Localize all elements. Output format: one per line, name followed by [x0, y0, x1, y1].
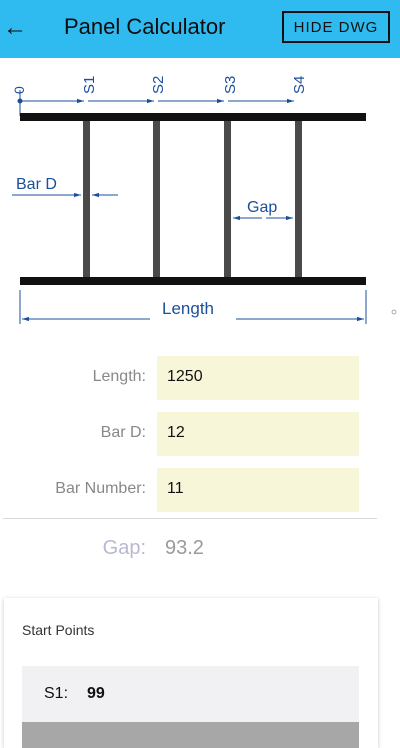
gap-result-label: Gap: [102, 537, 146, 559]
gap-result-value: 93.2 [165, 537, 204, 559]
hide-drawing-button[interactable]: HIDE DWG [282, 11, 390, 43]
bar-number-label: Bar Number: [55, 480, 146, 497]
bar-d-input[interactable]: 12 [157, 412, 359, 456]
bar-number-row: Bar Number: 11 [0, 468, 400, 512]
bar-number-input[interactable]: 11 [157, 468, 359, 512]
length-row: Length: 1250 [0, 356, 400, 400]
divider [3, 518, 377, 519]
bottom-rail [20, 277, 366, 285]
marker-label-0: 0 [11, 86, 27, 94]
app-bar: ← Panel Calculator HIDE DWG [0, 0, 400, 58]
start-point-value: 99 [87, 685, 105, 702]
bar-s2 [153, 121, 160, 277]
top-rail [20, 113, 366, 121]
bar-d-label: Bar D [16, 176, 57, 193]
start-point-key: S1: [44, 685, 69, 702]
bar-s1 [83, 121, 90, 277]
list-item[interactable]: S1: 99 [22, 666, 359, 722]
gap-dimension-label: Gap [247, 199, 277, 216]
bar-d-row: Bar D: 12 [0, 412, 400, 456]
panel-drawing: 0 S1 S2 S3 S4 Bar D Gap Length [11, 76, 397, 324]
page-title: Panel Calculator [64, 14, 226, 39]
small-dot-icon [391, 309, 397, 315]
bar-d-field-label: Bar D: [100, 424, 146, 441]
marker-label-s1: S1 [81, 76, 98, 94]
marker-label-s2: S2 [150, 76, 167, 94]
length-dimension-label: Length [162, 299, 214, 318]
start-points-title: Start Points [22, 622, 95, 638]
start-points-card: Start Points S1: 99 [4, 598, 378, 748]
list-item-next[interactable] [22, 722, 359, 748]
length-input[interactable]: 1250 [157, 356, 359, 400]
marker-label-s3: S3 [222, 76, 239, 94]
length-label: Length: [92, 368, 146, 385]
marker-label-s4: S4 [291, 76, 308, 94]
back-arrow-icon[interactable]: ← [0, 8, 30, 48]
bar-s4 [295, 121, 302, 277]
bar-s3 [224, 121, 231, 277]
